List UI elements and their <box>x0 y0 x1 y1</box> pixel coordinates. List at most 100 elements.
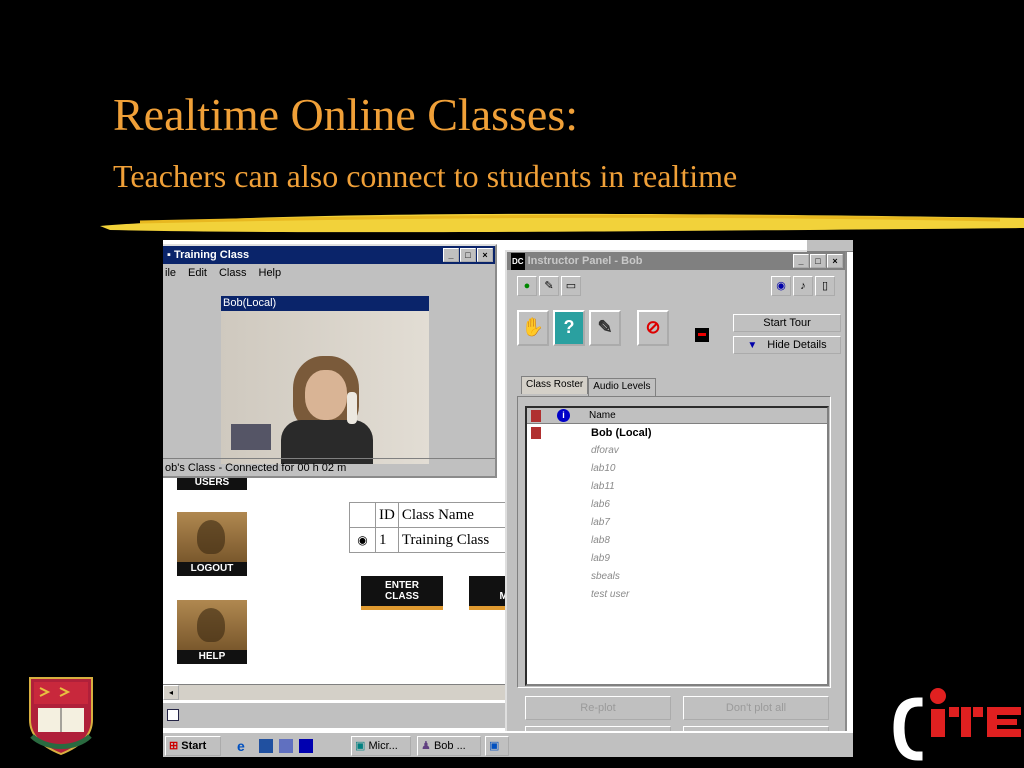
hand-raise-icon[interactable]: ✋ <box>517 310 549 346</box>
menu-bar: ile Edit Class Help <box>163 264 495 282</box>
close-icon[interactable]: × <box>477 248 493 262</box>
taskbar-item-other[interactable]: ▣ <box>485 736 509 756</box>
horizontal-scrollbar[interactable]: ◂ <box>163 684 509 700</box>
hide-details-label: Hide Details <box>767 339 827 351</box>
list-item[interactable]: test user <box>527 586 827 604</box>
taskbar-item-label: Bob ... <box>433 740 466 752</box>
taskbar: ⊞ Start e ▣ Micr... ♟ Bob ... ▣ <box>163 731 853 757</box>
window-icon: ▪ <box>167 249 171 261</box>
training-statusbar: ob's Class - Connected for 00 h 02 m <box>163 458 495 476</box>
maximize-icon[interactable]: □ <box>810 254 826 268</box>
enter-class-label: ENTER <box>385 580 419 591</box>
quicklaunch-desktop-icon[interactable] <box>259 739 273 753</box>
training-class-titlebar[interactable]: ▪ Training Class _ □ × <box>163 246 495 264</box>
audio-level-bar <box>698 333 706 336</box>
logout-button[interactable]: LOGOUT <box>177 512 247 576</box>
question-icon[interactable]: ? <box>553 310 585 346</box>
roster-name: lab6 <box>591 499 610 510</box>
tab-class-roster[interactable]: Class Roster <box>521 376 589 394</box>
person-face <box>305 370 347 420</box>
class-roster-list[interactable]: i Name Bob (Local) dforav lab10 lab11 lab6 la… <box>525 406 829 686</box>
background-window-edge <box>807 240 853 252</box>
roster-name: Bob (Local) <box>591 427 652 439</box>
start-button[interactable]: ⊞ Start <box>165 736 221 756</box>
class-name: Training Class <box>397 527 509 553</box>
roster-rows: Bob (Local) dforav lab10 lab11 lab6 lab7 lab8 l… <box>527 424 827 604</box>
maximize-icon[interactable]: □ <box>460 248 476 262</box>
folder-icon[interactable]: ▯ <box>815 276 835 296</box>
scroll-left-arrow-icon[interactable]: ◂ <box>163 685 179 700</box>
instructor-panel-titlebar[interactable]: DC Instructor Panel - Bob _ □ × <box>507 252 845 270</box>
logout-label: LOGOUT <box>177 562 247 576</box>
table-header-row: ID Class Name <box>349 502 509 528</box>
enter-class-label: CLASS <box>385 591 419 602</box>
microphone-small-icon[interactable]: ♪ <box>793 276 813 296</box>
roster-name: lab8 <box>591 535 610 546</box>
person-photo <box>197 520 225 554</box>
start-tour-button[interactable]: Start Tour <box>733 314 841 332</box>
instructor-panel-window[interactable]: DC Instructor Panel - Bob _ □ × ● ✎ ▭ ◉ … <box>505 250 847 757</box>
slide-title: Realtime Online Classes: <box>113 89 579 140</box>
class-table: ID Class Name ◉ 1 Training Class <box>349 502 509 553</box>
university-crest-logo <box>29 677 93 756</box>
window-icon: ▣ <box>489 740 500 752</box>
roster-name: sbeals <box>591 571 620 582</box>
list-item[interactable]: lab7 <box>527 514 827 532</box>
taskbar-item-label: Micr... <box>368 740 398 752</box>
list-item[interactable]: lab11 <box>527 478 827 496</box>
minimize-icon[interactable]: _ <box>443 248 459 262</box>
video-feed <box>221 304 429 464</box>
menu-file[interactable]: ile <box>165 264 176 282</box>
dont-plot-all-button[interactable]: Don't plot all <box>683 696 829 720</box>
menu-edit[interactable]: Edit <box>188 264 207 282</box>
training-class-window[interactable]: ▪ Training Class _ □ × ile Edit Class He… <box>163 244 497 478</box>
triangle-down-icon: ▼ <box>747 340 758 351</box>
list-item[interactable]: lab9 <box>527 550 827 568</box>
quicklaunch-channel-icon[interactable] <box>279 739 293 753</box>
menu-help[interactable]: Help <box>259 264 282 282</box>
column-name-header[interactable]: Name <box>589 408 616 424</box>
training-class-title: Training Class <box>173 249 250 261</box>
notepad-icon[interactable]: ✎ <box>589 310 621 346</box>
video-label: Bob(Local) <box>221 296 429 311</box>
quicklaunch-app-icon[interactable] <box>299 739 313 753</box>
taskbar-item-bob[interactable]: ♟ Bob ... <box>417 736 481 756</box>
menu-class[interactable]: Class <box>219 264 247 282</box>
mute-microphone-icon[interactable]: ⊘ <box>637 310 669 346</box>
list-item[interactable]: dforav <box>527 442 827 460</box>
screenshot-area: USERS LOGOUT HELP ID Class Name ◉ 1 Trai… <box>163 240 853 757</box>
list-item[interactable]: lab8 <box>527 532 827 550</box>
table-header-id: ID <box>375 502 399 528</box>
instructor-panel-title: Instructor Panel - Bob <box>527 255 643 267</box>
list-item[interactable]: Bob (Local) <box>527 424 827 442</box>
list-item[interactable]: sbeals <box>527 568 827 586</box>
windows-logo-icon: ⊞ <box>169 740 179 752</box>
panel-tabs: Class Roster Audio Levels <box>521 376 656 396</box>
hide-details-button[interactable]: ▼ Hide Details <box>733 336 841 354</box>
people-icon: ♟ <box>421 740 431 752</box>
app-icon: DC <box>511 253 525 270</box>
re-plot-button[interactable]: Re-plot <box>525 696 671 720</box>
person-photo <box>197 608 225 642</box>
users-label[interactable]: USERS <box>177 476 247 490</box>
view-icon[interactable]: ◉ <box>771 276 791 296</box>
browser-statusbar <box>163 702 509 728</box>
tab-audio-levels[interactable]: Audio Levels <box>588 378 656 396</box>
enter-class-button[interactable]: ENTER CLASS <box>361 576 443 606</box>
globe-icon[interactable]: ● <box>517 276 537 296</box>
list-header: i Name <box>527 408 827 424</box>
close-icon[interactable]: × <box>827 254 843 268</box>
slide-subtitle: Teachers can also connect to students in… <box>113 158 738 194</box>
list-item[interactable]: lab10 <box>527 460 827 478</box>
quicklaunch-ie-icon[interactable]: e <box>237 738 253 754</box>
screen-icon[interactable]: ▭ <box>561 276 581 296</box>
table-row[interactable]: ◉ 1 Training Class <box>349 527 509 553</box>
class-radio[interactable]: ◉ <box>349 527 376 553</box>
list-item[interactable]: lab6 <box>527 496 827 514</box>
taskbar-item-microsoft[interactable]: ▣ Micr... <box>351 736 411 756</box>
pencil-icon[interactable]: ✎ <box>539 276 559 296</box>
phone-handset <box>347 392 357 424</box>
help-button[interactable]: HELP <box>177 600 247 664</box>
start-label: Start <box>181 740 207 752</box>
minimize-icon[interactable]: _ <box>793 254 809 268</box>
